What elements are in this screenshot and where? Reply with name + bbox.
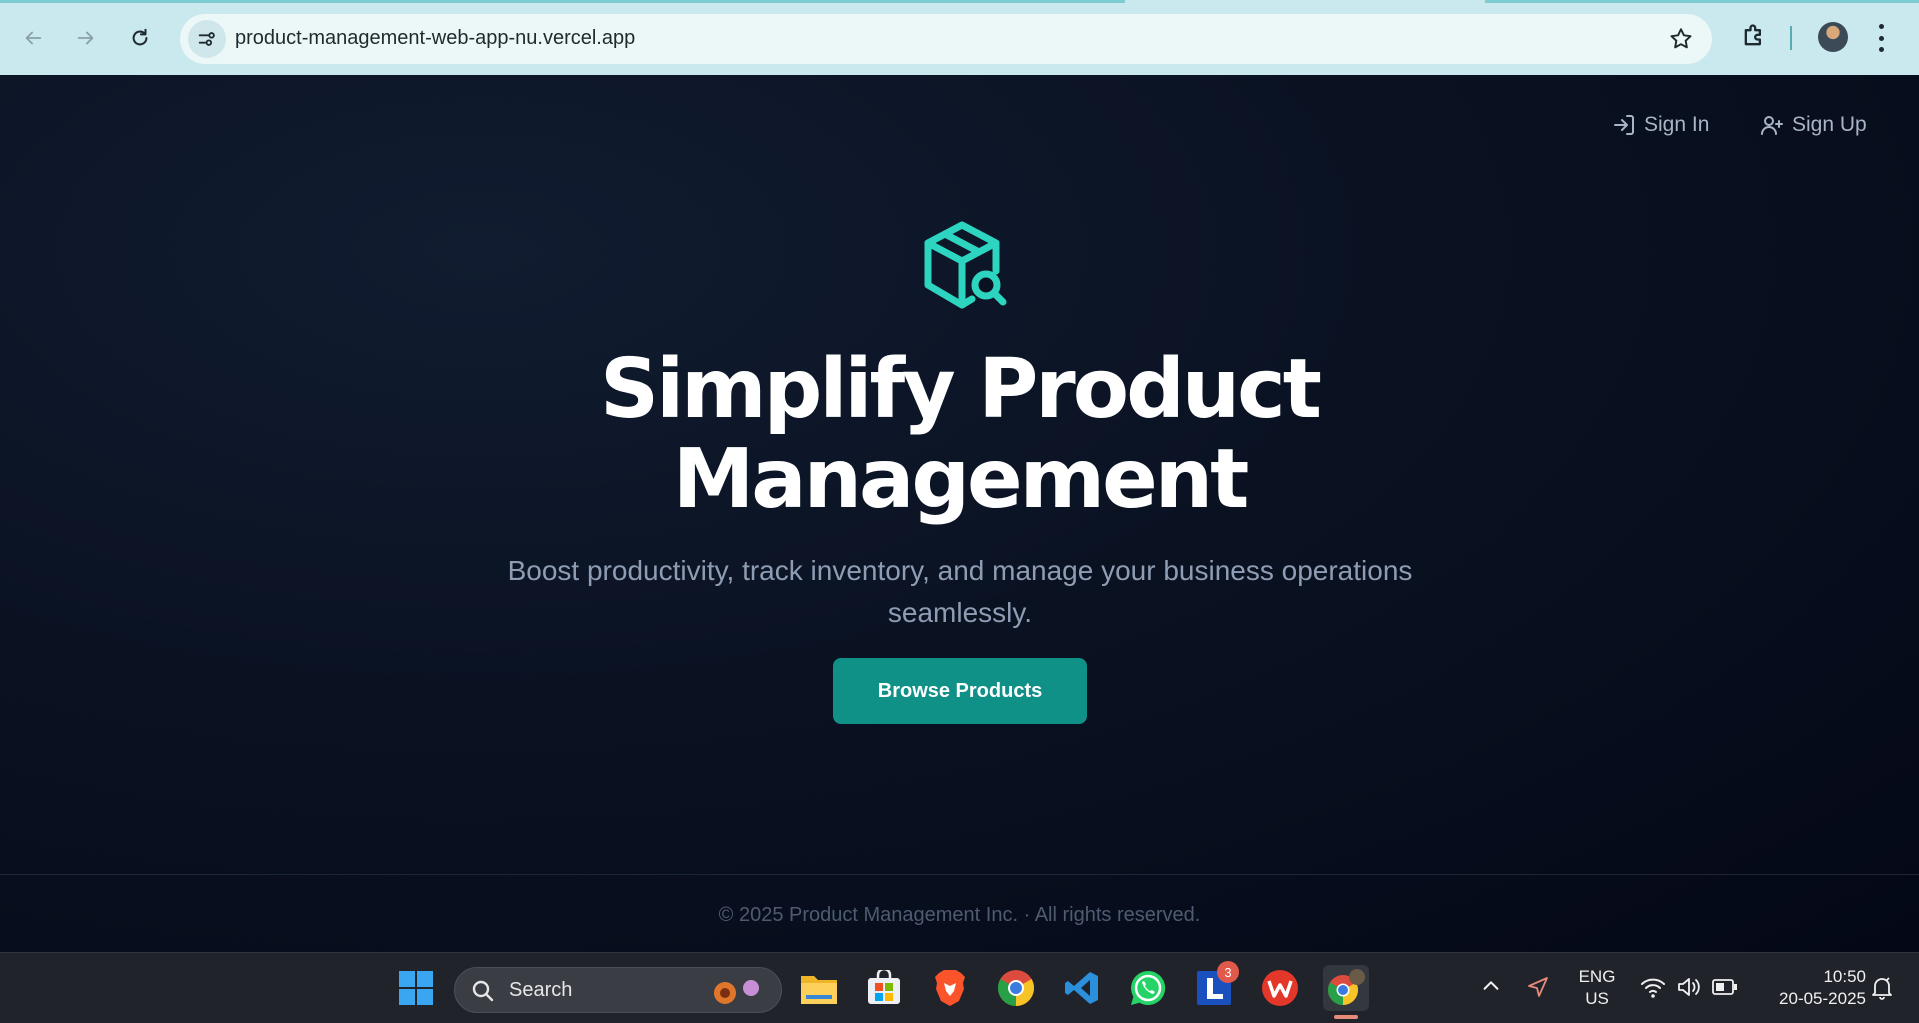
site-info-button[interactable] (188, 20, 226, 58)
clock-time: 10:50 (1823, 967, 1866, 986)
chrome-profile-button[interactable] (1323, 965, 1369, 1011)
start-icon (399, 971, 433, 1005)
footer-copyright: © 2025 Product Management Inc. · All rig… (718, 904, 1201, 926)
package-search-icon (924, 221, 1007, 309)
taskbar: Search 3 ENG US 10:50 20-05-2025 (0, 952, 1919, 1023)
microsoft-store-icon (868, 970, 900, 1004)
forward-icon (77, 31, 94, 45)
chrome-profile-icon (1327, 969, 1365, 1005)
forward-button[interactable] (68, 20, 104, 56)
wps-office-button[interactable] (1257, 965, 1303, 1011)
reload-button[interactable] (122, 20, 158, 56)
taskbar-search[interactable]: Search (454, 967, 782, 1013)
back-icon (25, 31, 42, 45)
hero-title: Simplify Product Management (0, 345, 1919, 525)
brave-button[interactable] (927, 965, 973, 1011)
hero-subtitle-line-1: Boost productivity, track inventory, and… (507, 555, 1413, 586)
landing-page: Sign In Sign Up Simplify Product Managem… (0, 75, 1919, 952)
notification-bell-icon[interactable] (1870, 975, 1894, 1001)
site-info-icon (198, 32, 215, 46)
wifi-icon[interactable] (1640, 975, 1666, 999)
clock[interactable]: 10:50 20-05-2025 (1756, 966, 1866, 1010)
profile-avatar[interactable] (1818, 22, 1848, 52)
sign-up-label: Sign Up (1792, 113, 1867, 136)
start-button[interactable] (393, 965, 439, 1011)
bookmark-star-icon[interactable] (1668, 26, 1694, 52)
sign-in-link[interactable]: Sign In (1612, 113, 1709, 137)
hero-subtitle-line-2: seamlessly. (887, 597, 1033, 628)
language-indicator[interactable]: ENG US (1572, 966, 1622, 1010)
microsoft-store-button[interactable] (861, 965, 907, 1011)
toolbar-divider (1790, 26, 1792, 50)
chevron-up-icon[interactable] (1480, 975, 1502, 997)
search-icon (472, 980, 494, 1002)
region-code: US (1585, 989, 1609, 1008)
active-app-indicator (1334, 1015, 1358, 1019)
sign-up-link[interactable]: Sign Up (1760, 113, 1867, 137)
footer-divider (0, 874, 1919, 875)
back-button[interactable] (15, 20, 51, 56)
sign-in-icon (1614, 115, 1634, 135)
vscode-button[interactable] (1059, 965, 1105, 1011)
hero-title-line-2: Management (672, 432, 1250, 527)
notification-badge: 3 (1217, 961, 1239, 983)
battery-icon[interactable] (1712, 977, 1738, 997)
extensions-icon[interactable] (1740, 22, 1768, 50)
whatsapp-button[interactable] (1125, 965, 1171, 1011)
vscode-icon (1065, 972, 1098, 1004)
chrome-icon (997, 970, 1035, 1006)
search-highlight-icon (714, 980, 759, 1004)
search-placeholder: Search (509, 979, 573, 1001)
tab-strip-edge (0, 0, 1125, 3)
location-icon[interactable] (1526, 975, 1550, 999)
volume-icon[interactable] (1676, 975, 1702, 999)
chrome-button[interactable] (993, 965, 1039, 1011)
browser-toolbar: product-management-web-app-nu.vercel.app (0, 0, 1919, 75)
menu-icon[interactable] (1878, 24, 1884, 52)
sign-in-label: Sign In (1644, 113, 1710, 136)
clock-date: 20-05-2025 (1779, 989, 1866, 1008)
url-text[interactable]: product-management-web-app-nu.vercel.app (235, 27, 635, 50)
hero-subtitle: Boost productivity, track inventory, and… (460, 550, 1460, 634)
user-plus-icon (1761, 116, 1783, 135)
brave-icon (935, 970, 965, 1006)
tab-strip-edge (1485, 0, 1919, 3)
address-bar[interactable]: product-management-web-app-nu.vercel.app (180, 14, 1712, 64)
file-explorer-icon (801, 976, 837, 1004)
file-explorer-button[interactable] (796, 965, 842, 1011)
whatsapp-icon (1131, 970, 1166, 1005)
reload-icon (132, 28, 148, 46)
hero-title-line-1: Simplify Product (600, 342, 1322, 437)
browse-products-button[interactable]: Browse Products (833, 658, 1087, 724)
language-code: ENG (1578, 967, 1616, 986)
wps-office-icon (1262, 970, 1298, 1006)
linkedin-learning-button[interactable]: 3 (1191, 961, 1239, 1011)
